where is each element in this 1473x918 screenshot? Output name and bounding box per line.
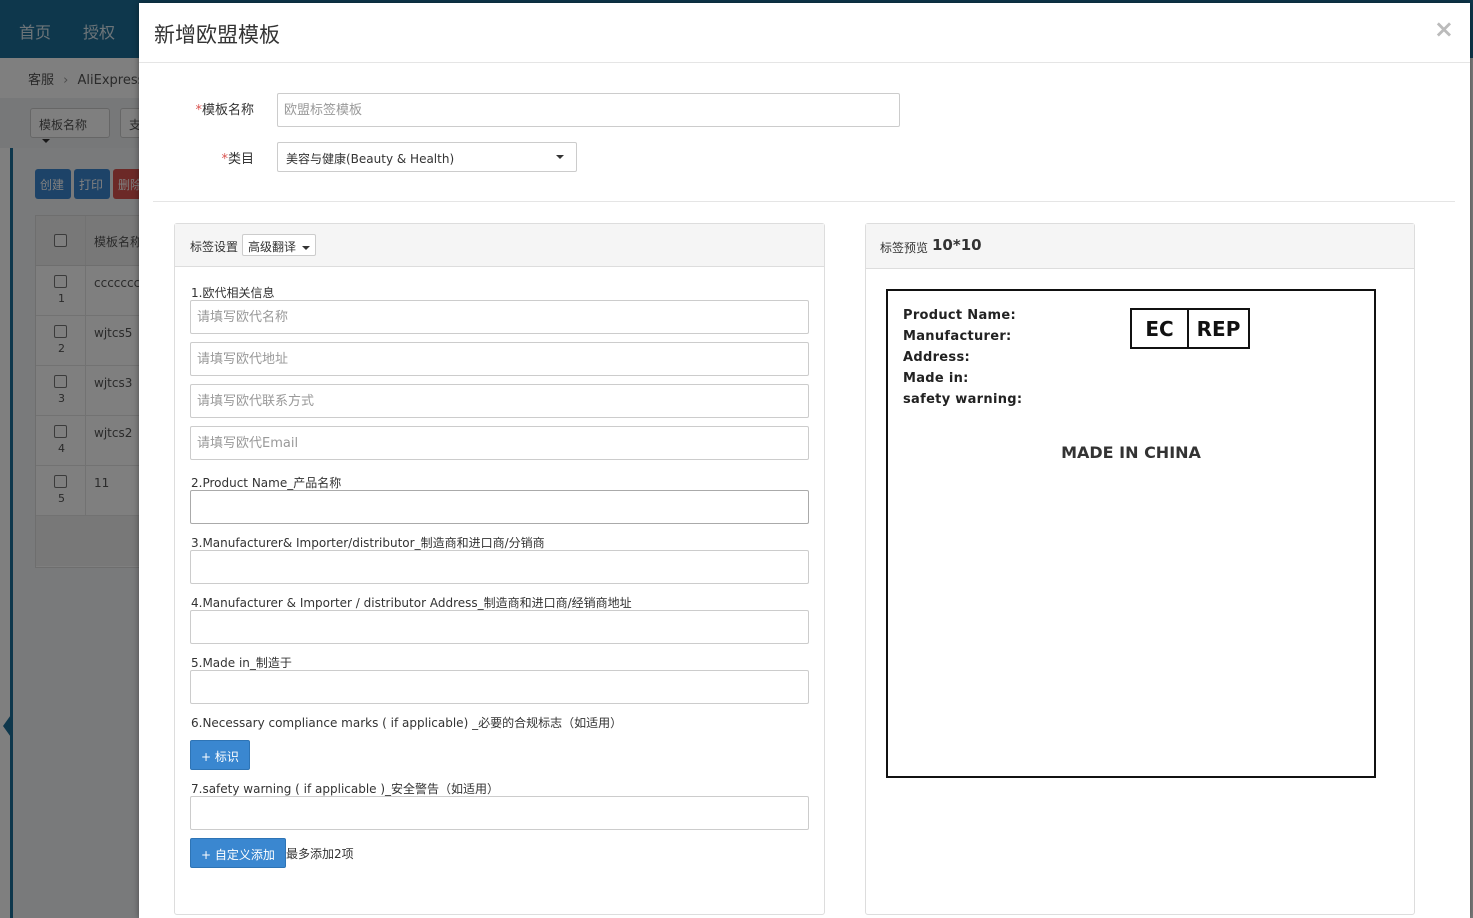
label-preview-canvas: Product Name: Manufacturer: Address: Mad… xyxy=(886,289,1376,778)
label-settings-panel: 标签设置 高级翻译 1.欧代相关信息 2.Product Name_产品名称 3… xyxy=(174,223,825,915)
eu-rep-label: 1.欧代相关信息 xyxy=(191,286,275,300)
preview-field: Address: xyxy=(903,350,970,365)
made-in-input[interactable] xyxy=(190,670,809,704)
close-icon[interactable]: × xyxy=(1434,15,1454,43)
ec-rep-right: REP xyxy=(1196,316,1241,341)
label-size: 10*10 xyxy=(932,236,982,254)
panel-title: 标签预览 xyxy=(880,241,929,255)
category-label: *类目 xyxy=(221,152,254,167)
compliance-label: 6.Necessary compliance marks ( if applic… xyxy=(191,716,623,730)
modal-title: 新增欧盟模板 xyxy=(154,23,280,47)
ec-rep-left: EC xyxy=(1132,310,1189,347)
safety-input[interactable] xyxy=(190,796,809,830)
eu-rep-address-input[interactable] xyxy=(190,342,809,376)
caret-down-icon xyxy=(301,245,310,250)
safety-label: 7.safety warning ( if applicable )_安全警告（… xyxy=(191,782,500,796)
template-name-label: *模板名称 xyxy=(195,103,254,118)
category-selected: 美容与健康(Beauty & Health) xyxy=(286,152,455,166)
panel-title: 标签设置 xyxy=(190,240,239,254)
divider xyxy=(153,201,1455,202)
manufacturer-input[interactable] xyxy=(190,550,809,584)
product-name-label: 2.Product Name_产品名称 xyxy=(191,476,342,490)
advanced-translate-label: 高级翻译 xyxy=(248,240,297,254)
manufacturer-address-label: 4.Manufacturer & Importer / distributor … xyxy=(191,596,632,610)
caret-down-icon xyxy=(556,155,564,159)
custom-add-button[interactable]: + 自定义添加 xyxy=(190,838,286,868)
ec-rep-icon: EC REP xyxy=(1130,308,1250,349)
modal-header: 新增欧盟模板 × xyxy=(139,3,1470,63)
eu-rep-contact-input[interactable] xyxy=(190,384,809,418)
preview-field: safety warning: xyxy=(903,392,1023,407)
panel-heading: 标签设置 高级翻译 xyxy=(175,224,824,267)
custom-add-hint: 最多添加2项 xyxy=(286,847,354,861)
manufacturer-label: 3.Manufacturer& Importer/distributor_制造商… xyxy=(191,536,545,550)
product-name-input[interactable] xyxy=(190,490,809,524)
panel-heading: 标签预览 10*10 xyxy=(866,224,1414,269)
made-in-label: 5.Made in_制造于 xyxy=(191,656,292,670)
made-in-china-text: MADE IN CHINA xyxy=(1061,443,1201,462)
advanced-translate-dropdown[interactable]: 高级翻译 xyxy=(242,234,316,256)
category-select[interactable]: 美容与健康(Beauty & Health) xyxy=(277,142,577,172)
eu-rep-email-input[interactable] xyxy=(190,426,809,460)
label-preview-panel: 标签预览 10*10 Product Name: Manufacturer: A… xyxy=(865,223,1415,915)
add-mark-button[interactable]: + 标识 xyxy=(190,740,250,770)
eu-rep-name-input[interactable] xyxy=(190,300,809,334)
preview-field: Product Name: xyxy=(903,308,1016,323)
preview-field: Made in: xyxy=(903,371,969,386)
manufacturer-address-input[interactable] xyxy=(190,610,809,644)
new-eu-template-modal: 新增欧盟模板 × *模板名称 *类目 美容与健康(Beauty & Health… xyxy=(139,3,1470,918)
template-name-input[interactable] xyxy=(277,93,900,127)
preview-field: Manufacturer: xyxy=(903,329,1012,344)
